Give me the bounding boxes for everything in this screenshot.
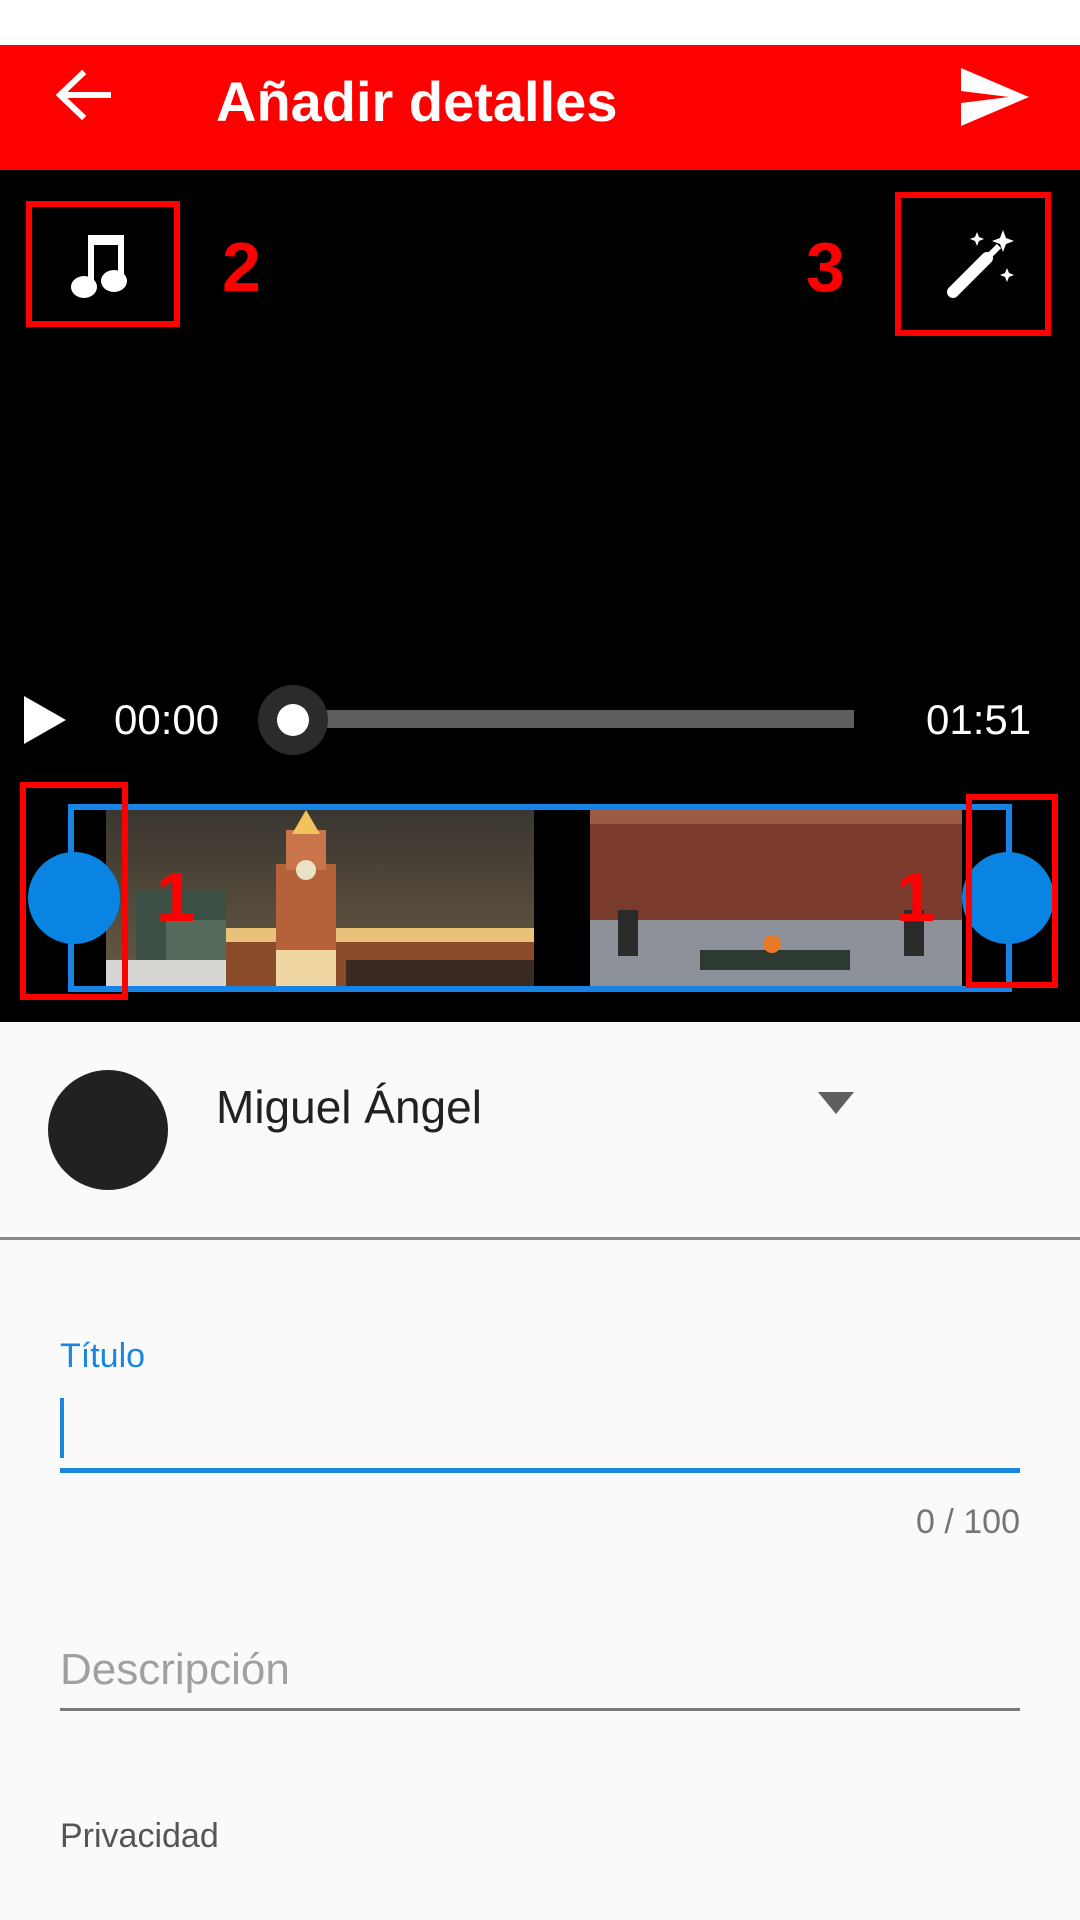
current-time: 00:00 (114, 696, 220, 743)
status-bar (0, 0, 1080, 45)
effects-button[interactable] (895, 192, 1051, 336)
total-time: 01:51 (926, 696, 1032, 743)
back-button[interactable] (48, 60, 118, 130)
page-title: Añadir detalles (216, 70, 618, 133)
magic-wand-icon (947, 230, 1014, 298)
annotation-number-2: 2 (222, 228, 261, 306)
description-input[interactable] (60, 1640, 1020, 1700)
title-label: Título (60, 1337, 146, 1375)
arrow-back-icon (55, 69, 111, 121)
annotation-box (966, 794, 1058, 988)
music-button[interactable] (26, 201, 180, 327)
seek-bar[interactable] (292, 710, 854, 728)
account-name: Miguel Ángel (216, 1081, 482, 1133)
title-underline (60, 1468, 1020, 1473)
title-char-counter: 0 / 100 (916, 1503, 1020, 1541)
annotation-number-1-right: 1 (896, 858, 935, 936)
play-button[interactable] (20, 692, 70, 748)
send-button[interactable] (955, 62, 1035, 132)
music-note-icon (71, 235, 127, 298)
arrow-drop-down-icon[interactable] (818, 1092, 854, 1114)
annotation-box (20, 782, 128, 1000)
divider (0, 1237, 1080, 1240)
play-icon (24, 696, 66, 744)
annotation-number-3: 3 (806, 228, 845, 306)
send-icon (961, 68, 1029, 126)
seek-handle-dot (277, 704, 309, 736)
trim-frame (68, 804, 1012, 992)
annotation-number-1-left: 1 (156, 858, 195, 936)
text-caret (60, 1398, 64, 1458)
privacy-label[interactable]: Privacidad (60, 1816, 219, 1856)
title-input[interactable] (60, 1390, 1020, 1470)
avatar (48, 1070, 168, 1190)
description-underline (60, 1708, 1020, 1711)
